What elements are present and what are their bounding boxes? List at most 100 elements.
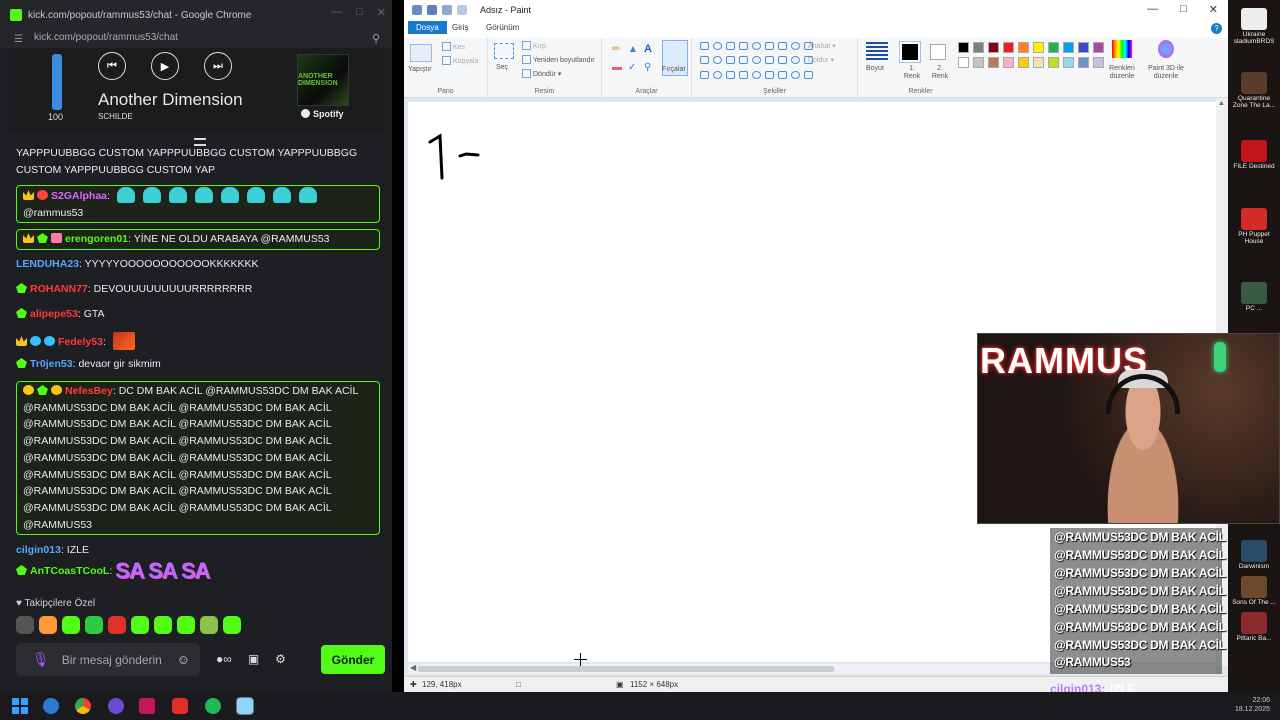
color-swatch[interactable] bbox=[1048, 57, 1059, 68]
eraser-icon[interactable]: ▬ bbox=[612, 62, 622, 73]
volume-bar[interactable] bbox=[52, 54, 62, 110]
shape-icon[interactable] bbox=[726, 56, 735, 65]
username[interactable]: cilgin013 bbox=[16, 544, 61, 556]
size-button[interactable]: Boyut bbox=[866, 65, 884, 72]
shape-icon[interactable] bbox=[700, 42, 709, 50]
chat-message-input[interactable]: 🎙 Bir mesaj gönderin ☺ bbox=[16, 643, 200, 676]
start-windows-icon[interactable] bbox=[12, 698, 28, 714]
tab-giris[interactable]: Giriş bbox=[452, 23, 468, 32]
color-swatch[interactable] bbox=[1078, 57, 1089, 68]
shape-icon[interactable] bbox=[739, 70, 748, 79]
zoom-icon[interactable]: ⚲ bbox=[372, 31, 380, 47]
rotate-button[interactable]: Döndür ▾ bbox=[522, 69, 561, 78]
scroll-left-icon[interactable]: ◀ bbox=[410, 663, 416, 672]
paint3d-icon[interactable] bbox=[1158, 40, 1174, 58]
select-icon[interactable] bbox=[494, 43, 514, 59]
emote-button[interactable] bbox=[223, 616, 241, 634]
cut-button[interactable]: Kes bbox=[442, 42, 465, 51]
scroll-thumb[interactable] bbox=[418, 666, 834, 672]
paste-icon[interactable] bbox=[410, 44, 432, 62]
save-icon[interactable] bbox=[427, 5, 437, 15]
shape-icon[interactable] bbox=[752, 70, 761, 79]
emote-button[interactable] bbox=[85, 616, 103, 634]
emote-button[interactable] bbox=[200, 616, 218, 634]
close-icon[interactable]: ✕ bbox=[377, 6, 386, 19]
size-icon[interactable] bbox=[866, 42, 888, 60]
shape-icon[interactable] bbox=[713, 56, 722, 65]
fill-shape-button[interactable]: Doldur ▾ bbox=[808, 56, 834, 64]
voicemeeter-taskbar-icon[interactable] bbox=[139, 698, 155, 714]
shape-icon[interactable] bbox=[778, 56, 787, 65]
color-swatch[interactable] bbox=[973, 42, 984, 53]
send-button[interactable]: Gönder bbox=[321, 645, 385, 674]
emote-button[interactable] bbox=[177, 616, 195, 634]
undo-icon[interactable] bbox=[442, 5, 452, 15]
emote-button[interactable] bbox=[154, 616, 172, 634]
edit-colors-button[interactable]: Renkleri düzenle bbox=[1102, 65, 1142, 81]
chrome-taskbar-icon[interactable] bbox=[75, 698, 91, 714]
tab-gorunum[interactable]: Görünüm bbox=[486, 23, 519, 32]
shape-icon[interactable] bbox=[713, 42, 722, 50]
minimize-icon[interactable]: — bbox=[331, 6, 342, 19]
shape-icon[interactable] bbox=[739, 42, 748, 50]
redo-icon[interactable] bbox=[457, 5, 467, 15]
username[interactable]: S2GAlphaa bbox=[51, 190, 107, 202]
shape-icon[interactable] bbox=[752, 56, 761, 65]
emote-button[interactable] bbox=[62, 616, 80, 634]
shape-icon[interactable] bbox=[700, 56, 709, 65]
store-icon[interactable]: ▣ bbox=[248, 652, 259, 666]
close-icon[interactable]: ✕ bbox=[1209, 3, 1218, 16]
color-swatch[interactable] bbox=[1078, 42, 1089, 53]
username[interactable]: AnTCoasTCooL bbox=[30, 565, 109, 577]
color-swatch[interactable] bbox=[1018, 57, 1029, 68]
maximize-icon[interactable]: □ bbox=[1180, 3, 1187, 16]
resize-button[interactable]: Yeniden boyutlandır bbox=[522, 55, 595, 64]
color-swatch[interactable] bbox=[988, 57, 999, 68]
settings-gear-icon[interactable]: ⚙ bbox=[275, 652, 286, 666]
username[interactable]: Tr0jen53 bbox=[30, 358, 73, 370]
shape-icon[interactable] bbox=[726, 70, 735, 79]
crop-button[interactable]: Kırp bbox=[522, 41, 546, 50]
username[interactable]: NefesBey bbox=[65, 385, 113, 397]
username[interactable]: ROHANN77 bbox=[30, 283, 88, 295]
emote-button[interactable] bbox=[131, 616, 149, 634]
previous-track-icon[interactable]: ⏮ bbox=[98, 52, 126, 80]
color-swatch[interactable] bbox=[1018, 42, 1029, 53]
shape-icon[interactable] bbox=[713, 70, 722, 79]
scroll-up-icon[interactable]: ▲ bbox=[1218, 100, 1225, 107]
username[interactable]: LENDUHA23 bbox=[16, 258, 79, 270]
paint-taskbar-icon[interactable] bbox=[236, 697, 254, 715]
desktop-icon[interactable]: FILE Destined bbox=[1232, 140, 1276, 177]
color-swatch[interactable] bbox=[1033, 42, 1044, 53]
shape-icon[interactable] bbox=[804, 70, 813, 79]
outline-button[interactable]: Anahat ▾ bbox=[808, 42, 836, 50]
youtube-taskbar-icon[interactable] bbox=[172, 698, 188, 714]
desktop-icon[interactable]: Darwinism bbox=[1232, 540, 1276, 577]
wifi-app-icon[interactable] bbox=[43, 698, 59, 714]
quick-emotes-icon[interactable]: ●∞ bbox=[216, 652, 232, 666]
paste-button[interactable]: Yapıştır bbox=[408, 66, 432, 73]
next-track-icon[interactable]: ⏭ bbox=[204, 52, 232, 80]
edit-colors-icon[interactable] bbox=[1112, 40, 1132, 58]
shape-icon[interactable] bbox=[739, 56, 748, 65]
select-button[interactable]: Seç bbox=[496, 64, 508, 71]
magnifier-icon[interactable]: ⚲ bbox=[644, 62, 651, 73]
copy-button[interactable]: Kopyala bbox=[442, 56, 478, 65]
site-info-icon[interactable]: ☰ bbox=[14, 32, 23, 48]
play-icon[interactable]: ▶ bbox=[151, 52, 179, 80]
maximize-icon[interactable]: □ bbox=[356, 6, 363, 19]
microphone-icon[interactable]: 🎙 bbox=[32, 651, 50, 668]
shape-icon[interactable] bbox=[700, 70, 709, 79]
desktop-icon[interactable]: Sons Of The ... bbox=[1232, 576, 1276, 613]
fill-icon[interactable]: ▲ bbox=[628, 44, 638, 55]
shape-icon[interactable] bbox=[778, 42, 787, 50]
pencil-icon[interactable]: ✏ bbox=[612, 44, 620, 55]
color-swatch[interactable] bbox=[1003, 42, 1014, 53]
shapes-gallery[interactable] bbox=[700, 42, 813, 82]
tab-dosya[interactable]: Dosya bbox=[408, 21, 447, 34]
desktop-icon[interactable]: Quarantine Zone The La... bbox=[1232, 72, 1276, 109]
color-swatch[interactable] bbox=[973, 57, 984, 68]
username[interactable]: Fedely53 bbox=[58, 336, 103, 348]
color-swatch[interactable] bbox=[1063, 42, 1074, 53]
color-2-swatch[interactable] bbox=[930, 44, 946, 60]
